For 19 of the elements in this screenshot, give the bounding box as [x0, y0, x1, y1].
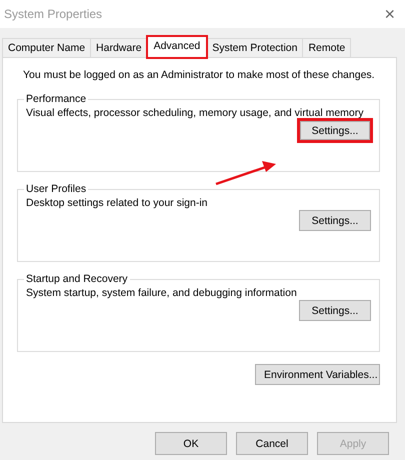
settings-button[interactable]: Settings... — [299, 300, 371, 321]
settings-button[interactable]: Settings... — [299, 210, 371, 231]
group-description: System startup, system failure, and debugging information — [26, 286, 298, 300]
group-title: Performance — [25, 92, 88, 106]
tab[interactable]: Remote — [302, 38, 352, 58]
tab[interactable]: Computer Name — [2, 38, 92, 58]
group-description: Visual effects, processor scheduling, memory usage, and virtual memory — [26, 106, 365, 120]
annotation-arrow — [216, 161, 276, 186]
close-icon[interactable]: × — [384, 4, 395, 24]
settings-button[interactable]: Settings... — [297, 118, 373, 143]
group-title: User Profiles — [25, 182, 88, 196]
environment-variables-button[interactable]: Environment Variables... — [255, 364, 380, 385]
dialog-button[interactable]: Cancel — [236, 432, 308, 455]
window-title: System Properties — [4, 7, 102, 21]
tab[interactable]: Advanced — [146, 36, 208, 58]
group-title: Startup and Recovery — [25, 272, 129, 286]
notice-text: You must be logged on as an Administrator to make most of these changes. — [23, 68, 376, 82]
dialog-button[interactable]: OK — [155, 432, 227, 455]
group-description: Desktop settings related to your sign-in — [26, 196, 209, 210]
